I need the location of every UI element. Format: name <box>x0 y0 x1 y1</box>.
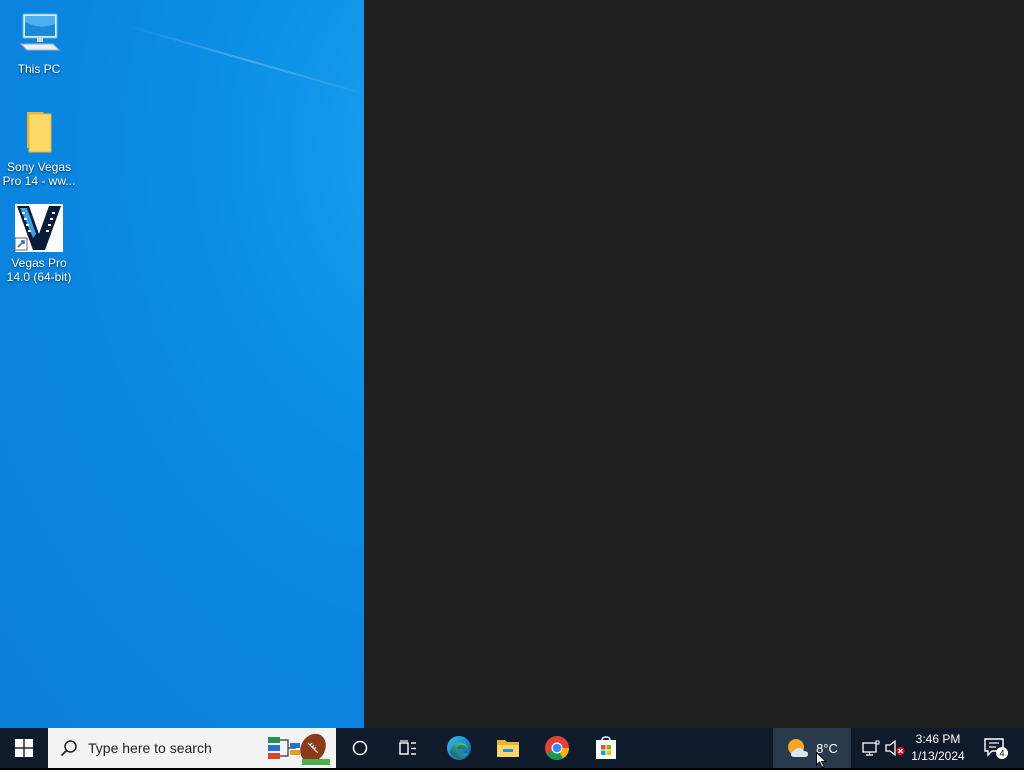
search-highlight-football-icon <box>266 731 330 765</box>
wallpaper-light-streak <box>124 24 364 98</box>
start-button[interactable] <box>0 728 48 768</box>
action-center-icon: 4 <box>984 738 1008 759</box>
search-box[interactable]: Type here to search <box>48 728 336 768</box>
circle-icon <box>352 740 368 756</box>
desktop-icon-label-line1: Vegas Pro <box>11 256 67 270</box>
network-button[interactable] <box>860 728 882 768</box>
action-center-button[interactable]: 4 <box>974 728 1018 768</box>
network-icon <box>862 740 880 756</box>
chrome-button[interactable] <box>536 728 578 768</box>
task-view-button[interactable] <box>388 728 428 768</box>
taskbar: Type here to search 8°C 3:46 PM 1/13/202… <box>0 728 1024 768</box>
desktop-background: This PC Sony Vegas Pro 14 - ww... Vegas … <box>0 0 364 728</box>
task-view-icon <box>399 740 416 755</box>
file-explorer-button[interactable] <box>487 728 529 768</box>
desktop-icon-sony-vegas-folder[interactable]: Sony Vegas Pro 14 - ww... <box>0 108 78 188</box>
dark-window-area <box>364 0 1024 728</box>
volume-button[interactable] <box>884 728 906 768</box>
weather-widget[interactable]: 8°C <box>773 728 851 768</box>
mouse-cursor-icon <box>816 752 828 768</box>
volume-muted-icon <box>885 740 905 756</box>
computer-icon <box>15 10 63 58</box>
chrome-icon <box>545 736 569 761</box>
microsoft-store-button[interactable] <box>585 728 627 768</box>
search-placeholder: Type here to search <box>88 740 212 756</box>
cortana-button[interactable] <box>340 728 380 768</box>
partly-cloudy-icon <box>788 739 809 757</box>
edge-button[interactable] <box>438 728 480 768</box>
search-icon <box>60 739 78 757</box>
desktop-icon-label-line2: 14.0 (64-bit) <box>6 270 72 284</box>
edge-icon <box>447 736 471 760</box>
desktop-icon-label: This PC <box>17 62 61 76</box>
desktop-icon-label-line2: Pro 14 - ww... <box>2 174 76 188</box>
clock[interactable]: 3:46 PM 1/13/2024 <box>906 728 970 768</box>
clock-time: 3:46 PM <box>915 732 961 746</box>
store-icon <box>596 736 616 759</box>
clock-date: 1/13/2024 <box>911 749 965 763</box>
desktop-icon-this-pc[interactable]: This PC <box>0 10 78 76</box>
folder-icon <box>15 108 63 156</box>
notification-count: 4 <box>999 749 1004 759</box>
desktop-icon-label-line1: Sony Vegas <box>6 160 72 174</box>
desktop-icon-vegas-pro[interactable]: Vegas Pro 14.0 (64-bit) <box>0 204 78 284</box>
windows-logo-icon <box>15 739 33 757</box>
vegas-pro-icon <box>14 204 63 252</box>
file-explorer-icon <box>497 740 519 757</box>
